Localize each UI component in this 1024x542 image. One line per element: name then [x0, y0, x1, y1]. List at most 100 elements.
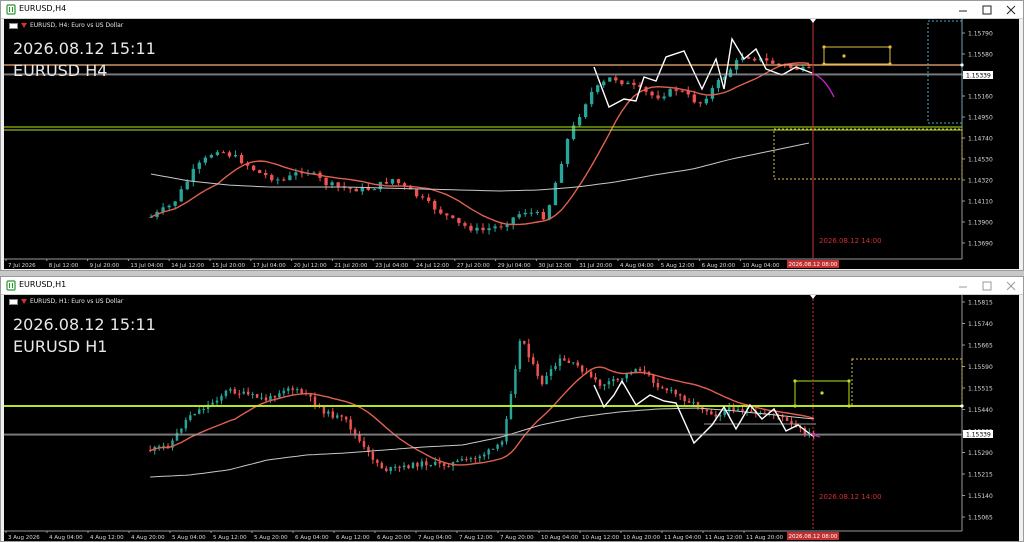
candle — [547, 205, 552, 220]
candle — [407, 465, 410, 469]
candle — [668, 89, 672, 97]
candle — [493, 226, 497, 229]
time-tick-label: 10 Aug 12:00 — [582, 535, 620, 541]
candle — [661, 387, 664, 389]
candle — [273, 395, 277, 398]
flag-icon — [9, 298, 18, 305]
candle — [416, 462, 419, 467]
candle — [291, 388, 294, 390]
candle — [447, 465, 450, 467]
candle — [728, 69, 733, 77]
chart-window-icon — [6, 280, 16, 291]
candle — [789, 65, 793, 69]
candle — [276, 179, 280, 181]
overlay-time: 2026.08.12 15:11 — [13, 39, 156, 58]
price-tick-label: 1.15815 — [968, 300, 993, 307]
candle — [233, 389, 237, 394]
candle — [429, 464, 433, 466]
candle — [474, 458, 477, 460]
overlay-symbol: EURUSD H1 — [13, 337, 108, 356]
moving-average-slow — [150, 142, 810, 192]
candle — [348, 187, 352, 189]
price-chart-canvas[interactable]: 1.15790 1.15580 1.15339 1.15160 1.14950 1.147… — [4, 19, 1019, 269]
price-tick-label: 1.15290 — [968, 450, 993, 457]
candle — [608, 77, 612, 82]
candle — [483, 454, 486, 457]
anchor-point — [793, 404, 797, 408]
time-tick-label: 3 Aug 2026 — [8, 535, 40, 541]
window-titlebar[interactable]: EURUSD,H4 — [1, 1, 1023, 19]
candle — [282, 179, 286, 181]
time-tick-label: 4 Aug 04:00 — [49, 535, 83, 541]
candle — [327, 411, 330, 414]
candle — [456, 460, 459, 463]
candle — [469, 225, 473, 231]
candle — [157, 446, 161, 448]
price-tick-label: 1.15580 — [968, 52, 993, 59]
candle — [765, 58, 769, 61]
price-chart-h4[interactable]: 1.15790 1.15580 1.15339 1.15160 1.14950 1.147… — [4, 19, 1019, 269]
price-tick-label: 1.14320 — [968, 178, 993, 185]
price-tick-label: 1.15440 — [968, 407, 993, 414]
time-tick-label: 6 Aug 20:00 — [377, 535, 411, 541]
candle — [463, 223, 467, 226]
candle — [215, 152, 220, 155]
candle — [616, 379, 620, 381]
highlighted-time-label: 2026.08.12 08:00 — [788, 534, 838, 540]
candle — [643, 370, 646, 372]
time-tick-label: 20 Jul 12:00 — [294, 263, 327, 269]
candle — [371, 452, 375, 460]
anchor-point — [888, 45, 892, 49]
candle — [393, 466, 397, 468]
candle — [478, 456, 481, 459]
candle — [209, 154, 214, 158]
candle — [732, 407, 735, 411]
candle — [398, 466, 401, 468]
candle — [427, 197, 431, 201]
candle — [771, 60, 775, 64]
candle — [583, 104, 588, 118]
candle — [563, 358, 566, 361]
close-icon[interactable] — [999, 2, 1023, 18]
candle — [270, 175, 274, 181]
price-chart-canvas[interactable]: 1.15815 1.15740 1.15665 1.15590 1.15515 1.154… — [4, 295, 1019, 541]
minimize-icon[interactable] — [951, 278, 975, 294]
close-icon[interactable] — [999, 278, 1023, 294]
candle — [626, 82, 630, 85]
time-tick-label: 4 Aug 04:00 — [620, 263, 654, 269]
candle — [180, 428, 183, 433]
candle — [662, 96, 666, 99]
candle — [565, 139, 570, 164]
time-tick-label: 6 Aug 12:00 — [336, 535, 370, 541]
candle — [598, 379, 602, 386]
time-tick-label: 21 Jul 20:00 — [334, 263, 367, 269]
current-price-label: 1.15339 — [966, 432, 991, 439]
candle — [736, 409, 740, 411]
candle — [590, 91, 594, 105]
candle — [380, 462, 384, 469]
price-chart-h1[interactable]: 1.15815 1.15740 1.15665 1.15590 1.15515 1.154… — [4, 295, 1019, 541]
candle — [603, 384, 606, 386]
candle — [674, 389, 677, 395]
candle — [251, 394, 254, 396]
maximize-icon[interactable] — [975, 278, 999, 294]
candle — [239, 155, 244, 164]
candle — [577, 117, 582, 126]
candle — [282, 390, 286, 394]
candle — [246, 391, 250, 395]
candle — [505, 418, 508, 442]
candle — [656, 383, 660, 388]
candle — [576, 362, 579, 366]
overlay-symbol: EURUSD H4 — [13, 61, 108, 80]
price-tick-label: 1.15590 — [968, 364, 993, 371]
maximize-icon[interactable] — [975, 2, 999, 18]
candle — [527, 343, 530, 358]
triangle-icon — [21, 299, 27, 304]
minimize-icon[interactable] — [951, 2, 975, 18]
candle — [554, 365, 557, 370]
candle — [807, 66, 811, 69]
candle — [553, 182, 558, 206]
window-titlebar[interactable]: EURUSD,H1 — [1, 277, 1023, 295]
candle — [288, 175, 292, 181]
candle — [558, 358, 562, 366]
